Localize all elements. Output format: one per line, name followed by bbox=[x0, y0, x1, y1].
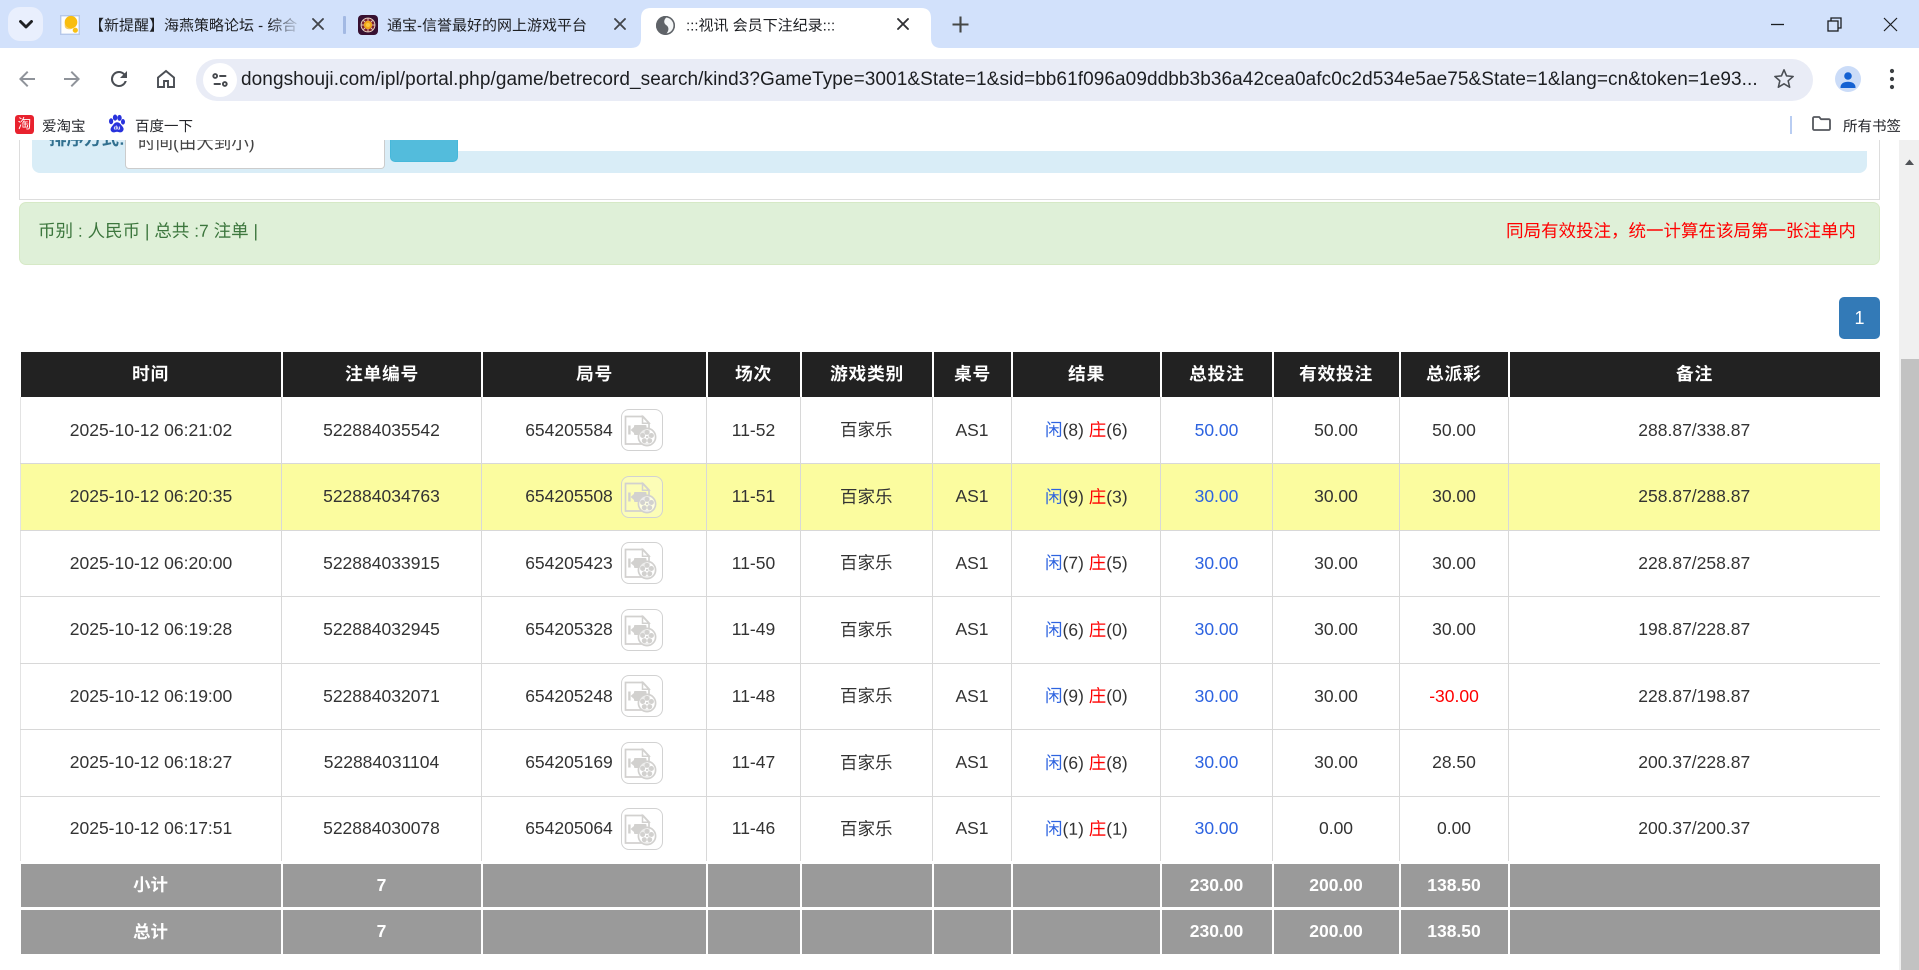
svg-text:du: du bbox=[114, 125, 121, 131]
